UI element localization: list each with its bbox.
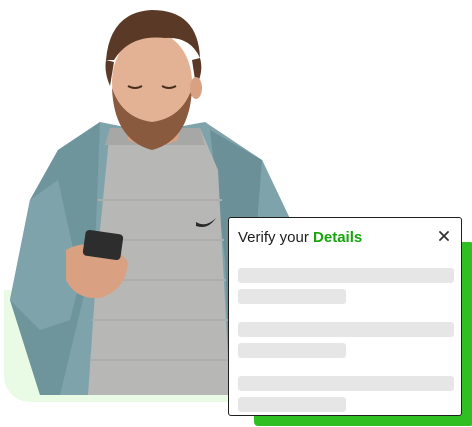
skeleton-field-group (238, 268, 454, 304)
skeleton-line-long (238, 268, 454, 283)
skeleton-line-short (238, 397, 346, 412)
card-body (238, 268, 454, 427)
close-button[interactable] (435, 227, 453, 245)
skeleton-line-long (238, 376, 454, 391)
close-icon (439, 231, 449, 241)
card-title-accent: Details (313, 229, 363, 246)
verify-details-card: Verify your Details (228, 217, 462, 416)
card-title: Verify your Details (238, 229, 362, 246)
skeleton-line-short (238, 289, 346, 304)
skeleton-field-group (238, 322, 454, 358)
skeleton-line-long (238, 322, 454, 337)
skeleton-line-short (238, 343, 346, 358)
hero-stage: Verify your Details (0, 0, 472, 427)
card-title-prefix: Verify your (238, 229, 309, 246)
card-header: Verify your Details (229, 218, 461, 256)
skeleton-field-group (238, 376, 454, 412)
